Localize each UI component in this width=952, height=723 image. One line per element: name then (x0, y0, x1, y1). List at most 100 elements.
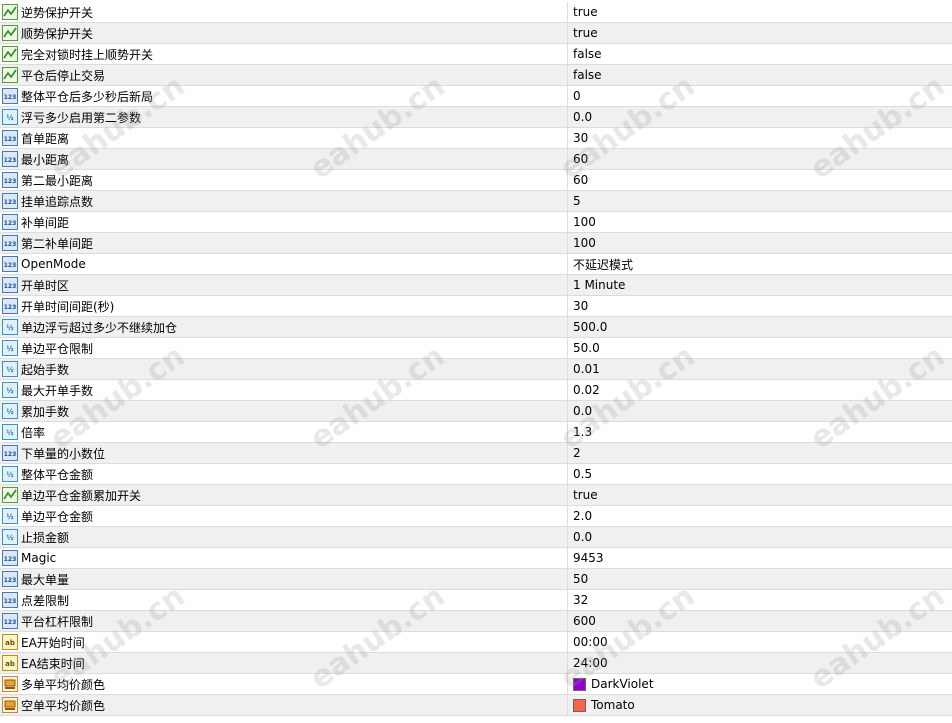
param-value-cell[interactable]: 50 (568, 569, 952, 589)
svg-text:123: 123 (4, 94, 17, 101)
param-value-cell[interactable]: 1.3 (568, 422, 952, 442)
param-row[interactable]: 逆势保护开关 true (0, 2, 952, 23)
param-row[interactable]: ½ 倍率 1.3 (0, 422, 952, 443)
param-value-cell[interactable]: false (568, 65, 952, 85)
svg-text:123: 123 (4, 262, 17, 269)
param-row[interactable]: 123 开单时间间距(秒) 30 (0, 296, 952, 317)
param-row[interactable]: 123 补单间距 100 (0, 212, 952, 233)
param-row[interactable]: ab EA结束时间 24:00 (0, 653, 952, 674)
param-row[interactable]: 123 点差限制 32 (0, 590, 952, 611)
param-row[interactable]: 123 第二补单间距 100 (0, 233, 952, 254)
param-value-cell[interactable]: 5 (568, 191, 952, 211)
param-value-cell[interactable]: 0.0 (568, 107, 952, 127)
param-value-cell[interactable]: 00:00 (568, 632, 952, 652)
param-name: 空单平均价颜色 (21, 698, 106, 713)
param-row[interactable]: 完全对锁时挂上顺势开关 false (0, 44, 952, 65)
param-value-cell[interactable]: 60 (568, 170, 952, 190)
param-value: 60 (573, 152, 589, 166)
param-value-cell[interactable]: 0.02 (568, 380, 952, 400)
svg-text:½: ½ (6, 387, 13, 395)
param-value-cell[interactable]: 0.01 (568, 359, 952, 379)
param-row[interactable]: ½ 单边平仓限制 50.0 (0, 338, 952, 359)
param-row[interactable]: 123 首单距离 30 (0, 128, 952, 149)
param-name-cell: 123 挂单追踪点数 (0, 191, 568, 211)
param-value-cell[interactable]: 100 (568, 233, 952, 253)
param-row[interactable]: ½ 最大开单手数 0.02 (0, 380, 952, 401)
param-value: DarkViolet (591, 677, 654, 691)
param-row[interactable]: 平仓后停止交易 false (0, 65, 952, 86)
param-value-cell[interactable]: 2.0 (568, 506, 952, 526)
param-row[interactable]: ½ 起始手数 0.01 (0, 359, 952, 380)
param-value-cell[interactable]: 24:00 (568, 653, 952, 673)
param-row[interactable]: 123 开单时区 1 Minute (0, 275, 952, 296)
param-value-cell[interactable]: 100 (568, 212, 952, 232)
param-row[interactable]: ½ 浮亏多少启用第二参数 0.0 (0, 107, 952, 128)
param-value: false (573, 68, 602, 82)
param-value: 9453 (573, 551, 604, 565)
int-param-icon: 123 (2, 256, 18, 272)
int-param-icon: 123 (2, 613, 18, 629)
param-row[interactable]: 123 第二最小距离 60 (0, 170, 952, 191)
param-row[interactable]: ½ 累加手数 0.0 (0, 401, 952, 422)
string-param-icon: ab (2, 655, 18, 671)
param-value-cell[interactable]: 30 (568, 296, 952, 316)
param-value-cell[interactable]: DarkViolet (568, 674, 952, 694)
param-row[interactable]: 123 平台杠杆限制 600 (0, 611, 952, 632)
svg-text:123: 123 (4, 556, 17, 563)
param-name-cell: ½ 倍率 (0, 422, 568, 442)
param-value-cell[interactable]: 50.0 (568, 338, 952, 358)
param-name: 最小距离 (21, 152, 70, 167)
param-value-cell[interactable]: 1 Minute (568, 275, 952, 295)
param-value-cell[interactable]: 30 (568, 128, 952, 148)
param-row[interactable]: 123 最小距离 60 (0, 149, 952, 170)
param-row[interactable]: 多单平均价颜色 DarkViolet (0, 674, 952, 695)
param-value-cell[interactable]: 600 (568, 611, 952, 631)
param-value-cell[interactable]: true (568, 485, 952, 505)
param-value-cell[interactable]: true (568, 2, 952, 22)
svg-text:ab: ab (5, 660, 15, 668)
param-value-cell[interactable]: 0.5 (568, 464, 952, 484)
string-param-icon: ab (2, 634, 18, 650)
param-value-cell[interactable]: true (568, 23, 952, 43)
param-value: 5 (573, 194, 581, 208)
param-value: true (573, 488, 598, 502)
param-row[interactable]: 顺势保护开关 true (0, 23, 952, 44)
param-value-cell[interactable]: 60 (568, 149, 952, 169)
param-row[interactable]: 单边平仓金额累加开关 true (0, 485, 952, 506)
param-name-cell: 123 第二最小距离 (0, 170, 568, 190)
param-value: 60 (573, 173, 589, 187)
param-value-cell[interactable]: false (568, 44, 952, 64)
svg-text:½: ½ (6, 114, 13, 122)
param-row[interactable]: 123 挂单追踪点数 5 (0, 191, 952, 212)
param-value: 500.0 (573, 320, 608, 334)
int-param-icon: 123 (2, 193, 18, 209)
param-row[interactable]: 123 整体平仓后多少秒后新局 0 (0, 86, 952, 107)
double-param-icon: ½ (2, 382, 18, 398)
param-name-cell: 123 首单距离 (0, 128, 568, 148)
param-row[interactable]: ½ 整体平仓金额 0.5 (0, 464, 952, 485)
int-param-icon: 123 (2, 277, 18, 293)
param-value-cell[interactable]: Tomato (568, 695, 952, 715)
param-value: 30 (573, 299, 589, 313)
int-param-icon: 123 (2, 151, 18, 167)
param-row[interactable]: 123 OpenMode 不延迟模式 (0, 254, 952, 275)
double-param-icon: ½ (2, 424, 18, 440)
param-value-cell[interactable]: 2 (568, 443, 952, 463)
param-value-cell[interactable]: 不延迟模式 (568, 254, 952, 274)
param-row[interactable]: ½ 止损金额 0.0 (0, 527, 952, 548)
param-name-cell: 123 Magic (0, 548, 568, 568)
param-value: 30 (573, 131, 589, 145)
param-value-cell[interactable]: 0.0 (568, 527, 952, 547)
param-row[interactable]: 空单平均价颜色 Tomato (0, 695, 952, 716)
param-row[interactable]: ½ 单边浮亏超过多少不继续加仓 500.0 (0, 317, 952, 338)
param-row[interactable]: ab EA开始时间 00:00 (0, 632, 952, 653)
param-row[interactable]: 123 最大单量 50 (0, 569, 952, 590)
param-row[interactable]: ½ 单边平仓金额 2.0 (0, 506, 952, 527)
param-value-cell[interactable]: 9453 (568, 548, 952, 568)
param-value-cell[interactable]: 0.0 (568, 401, 952, 421)
param-value-cell[interactable]: 32 (568, 590, 952, 610)
param-row[interactable]: 123 Magic 9453 (0, 548, 952, 569)
param-row[interactable]: 123 下单量的小数位 2 (0, 443, 952, 464)
param-value-cell[interactable]: 500.0 (568, 317, 952, 337)
param-value-cell[interactable]: 0 (568, 86, 952, 106)
